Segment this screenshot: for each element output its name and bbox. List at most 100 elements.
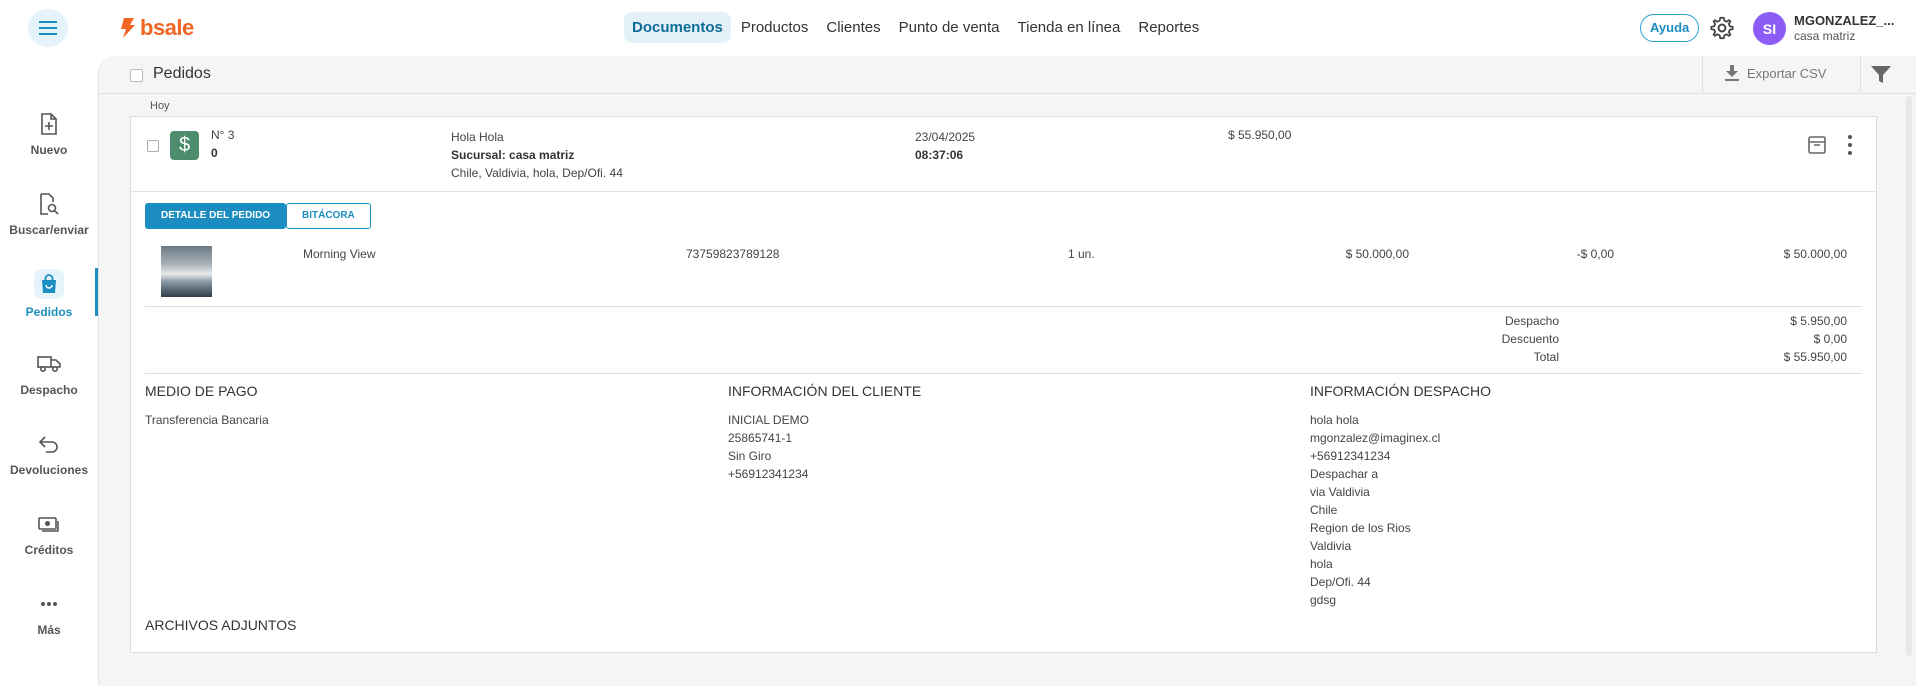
sidebar-item-label: Más	[37, 623, 61, 637]
shipping-line: hola hola	[1310, 413, 1359, 427]
order-card: $ N° 3 0 Hola Hola Sucursal: casa matriz…	[130, 116, 1877, 653]
shipping-line: Dep/Ofi. 44	[1310, 575, 1371, 589]
nav-clientes[interactable]: Clientes	[818, 12, 888, 43]
scrollbar[interactable]	[1906, 96, 1912, 656]
list-header: Pedidos Exportar CSV	[99, 56, 1916, 94]
sidebar: Nuevo Buscar/enviar Pedidos Despacho Dev…	[0, 56, 98, 686]
product-discount: -$ 0,00	[1576, 247, 1614, 261]
shipping-line: via Valdivia	[1310, 485, 1370, 499]
customer-line: +56912341234	[728, 467, 809, 481]
select-all-checkbox[interactable]	[130, 69, 143, 82]
tab-log[interactable]: BITÁCORA	[286, 203, 371, 229]
sidebar-item-mas[interactable]: Más	[0, 578, 98, 650]
gear-icon[interactable]	[1709, 15, 1735, 41]
tab-order-detail[interactable]: DETALLE DEL PEDIDO	[145, 203, 287, 229]
customer-info: INICIAL DEMO 25865741-1 Sin Giro +569123…	[728, 411, 809, 483]
product-thumbnail	[161, 246, 212, 297]
nav-punto-de-venta[interactable]: Punto de venta	[891, 12, 1008, 43]
logo-text: bsale	[140, 15, 194, 40]
bsale-logo[interactable]: bsale	[120, 15, 194, 41]
shipping-line: hola	[1310, 557, 1333, 571]
return-arrow-icon	[36, 431, 62, 457]
shipping-label: Despacho	[1504, 314, 1559, 328]
customer-line: INICIAL DEMO	[728, 413, 809, 427]
customer-line: 25865741-1	[728, 431, 793, 445]
filter-icon[interactable]	[1870, 65, 1892, 85]
bsale-logo-icon	[121, 18, 135, 38]
sidebar-item-devoluciones[interactable]: Devoluciones	[0, 418, 98, 490]
sidebar-item-despacho[interactable]: Despacho	[0, 338, 98, 410]
more-dots-icon	[36, 591, 62, 617]
user-branch: casa matriz	[1794, 29, 1856, 43]
main-nav: Documentos Productos Clientes Punto de v…	[624, 12, 1207, 43]
help-button[interactable]: Ayuda	[1640, 14, 1700, 42]
nav-documentos[interactable]: Documentos	[624, 12, 731, 43]
total-value: $ 55.950,00	[1783, 350, 1847, 364]
divider	[145, 306, 1862, 307]
hamburger-icon	[39, 21, 57, 35]
nav-productos[interactable]: Productos	[733, 12, 817, 43]
total-label: Total	[1533, 350, 1559, 364]
nav-tienda-en-linea[interactable]: Tienda en línea	[1010, 12, 1129, 43]
sidebar-item-label: Nuevo	[30, 143, 68, 157]
sidebar-item-label: Despacho	[20, 383, 78, 397]
order-client: Hola Hola Sucursal: casa matriz Chile, V…	[451, 128, 623, 182]
avatar[interactable]: SI	[1753, 12, 1786, 45]
divider	[145, 373, 1862, 374]
client-address: Chile, Valdivia, hola, Dep/Ofi. 44	[451, 166, 623, 180]
shipping-value: $ 5.950,00	[1790, 314, 1847, 328]
payment-line: Transferencia Bancaria	[145, 413, 269, 427]
discount-label: Descuento	[1501, 332, 1559, 346]
order-amount: $ 55.950,00	[1228, 128, 1292, 142]
export-csv-button[interactable]: Exportar CSV	[1725, 65, 1826, 81]
page-title: Pedidos	[153, 65, 211, 82]
shipping-line: Valdivia	[1310, 539, 1352, 553]
search-document-icon	[36, 191, 62, 217]
customer-title: INFORMACIÓN DEL CLIENTE	[728, 383, 922, 399]
order-checkbox[interactable]	[147, 140, 159, 152]
shipping-line: Chile	[1310, 503, 1338, 517]
order-datetime: 23/04/2025 08:37:06	[915, 128, 975, 164]
export-csv-label: Exportar CSV	[1747, 65, 1827, 81]
product-code: 73759823789128	[686, 247, 780, 261]
sidebar-item-nuevo[interactable]: Nuevo	[0, 98, 98, 170]
client-branch: Sucursal: casa matriz	[451, 148, 575, 162]
shopping-bag-icon	[34, 269, 64, 299]
order-date: 23/04/2025	[915, 130, 976, 144]
shipping-line: +56912341234	[1310, 449, 1391, 463]
download-icon	[1725, 65, 1739, 81]
sidebar-item-label: Créditos	[24, 543, 74, 557]
more-vertical-icon[interactable]	[1846, 134, 1854, 156]
shipping-line: gdsg	[1310, 593, 1337, 607]
nav-reportes[interactable]: Reportes	[1130, 12, 1207, 43]
archive-icon[interactable]	[1807, 135, 1827, 155]
order-sub-number: 0	[211, 146, 218, 160]
shipping-line: Despachar a	[1310, 467, 1379, 481]
divider	[1860, 56, 1861, 92]
product-price: $ 50.000,00	[1345, 247, 1409, 261]
sidebar-item-creditos[interactable]: Créditos	[0, 498, 98, 570]
shipping-info: hola hola mgonzalez@imaginex.cl +5691234…	[1310, 411, 1440, 609]
shipping-line: Region de los Rios	[1310, 521, 1411, 535]
discount-value: $ 0,00	[1813, 332, 1847, 346]
dollar-icon: $	[170, 131, 199, 160]
truck-icon	[36, 351, 62, 377]
divider	[131, 191, 1876, 192]
user-name[interactable]: MGONZALEZ_...	[1794, 13, 1894, 28]
payment-title: MEDIO DE PAGO	[145, 383, 258, 399]
hamburger-menu-button[interactable]	[28, 9, 68, 47]
money-icon	[36, 511, 62, 537]
divider	[1702, 56, 1703, 92]
attachments-title: ARCHIVOS ADJUNTOS	[145, 617, 297, 633]
new-document-icon	[36, 111, 62, 137]
sidebar-item-pedidos[interactable]: Pedidos	[0, 258, 98, 330]
group-label-today: Hoy	[150, 100, 170, 112]
customer-line: Sin Giro	[728, 449, 772, 463]
sidebar-item-label: Buscar/enviar	[9, 223, 89, 237]
top-bar: bsale Documentos Productos Clientes Punt…	[0, 0, 1916, 56]
sidebar-item-label: Pedidos	[25, 305, 73, 319]
sidebar-item-buscar[interactable]: Buscar/enviar	[0, 178, 98, 250]
shipping-title: INFORMACIÓN DESPACHO	[1310, 383, 1491, 399]
product-total: $ 50.000,00	[1783, 247, 1847, 261]
product-name: Morning View	[303, 247, 376, 261]
